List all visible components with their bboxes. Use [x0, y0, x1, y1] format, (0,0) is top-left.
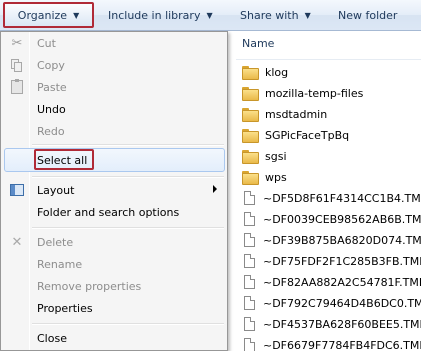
item-name: ~DF792C79464D4B6DC0.TMP [263, 296, 421, 310]
clipboard-icon [9, 79, 25, 95]
item-name: SGPicFaceTpBq [265, 128, 350, 142]
item-name: sgsi [265, 149, 287, 163]
file-icon [244, 191, 255, 205]
file-icon [244, 254, 255, 268]
menu-item-label: Folder and search options [37, 205, 180, 219]
list-item[interactable]: mozilla-temp-files [242, 82, 421, 104]
folder-icon [242, 171, 259, 185]
list-item[interactable]: SGPicFaceTpBq [242, 124, 421, 146]
item-name: wps [265, 170, 287, 184]
item-name: msdtadmin [265, 107, 328, 121]
menu-item-copy[interactable]: Copy [3, 54, 225, 76]
file-icon [244, 317, 255, 331]
share-with-button[interactable]: Share with ▼ [232, 2, 319, 28]
item-name: mozilla-temp-files [265, 86, 364, 100]
menu-item-label: Layout [37, 183, 75, 197]
menu-item-label: Copy [37, 58, 65, 72]
menu-item-select-all[interactable]: Select all [3, 149, 225, 171]
menu-item-label: Close [37, 331, 67, 345]
menu-separator [32, 323, 224, 325]
include-in-library-button[interactable]: Include in library ▼ [100, 2, 221, 28]
menu-item-delete[interactable]: Delete [3, 231, 225, 253]
menu-item-label: Remove properties [37, 279, 142, 293]
menu-item-rename[interactable]: Rename [3, 253, 225, 275]
menu-item-paste[interactable]: Paste [3, 76, 225, 98]
item-name: ~DF39B875BA6820D074.TMP [263, 233, 421, 247]
folder-icon [242, 129, 259, 143]
menu-item-close[interactable]: Close [3, 327, 225, 349]
file-icon [244, 212, 255, 226]
menu-item-label: Paste [37, 80, 67, 94]
chevron-down-icon: ▼ [73, 10, 80, 20]
item-name: ~DF75FDF2F1C285B3FB.TMP [263, 254, 421, 268]
include-in-library-label: Include in library [108, 8, 201, 22]
menu-item-label: Rename [37, 257, 83, 271]
menu-item-label: Delete [37, 235, 74, 249]
menu-item-folder-options[interactable]: Folder and search options [3, 201, 225, 223]
list-item[interactable]: wps [242, 166, 421, 188]
list-item[interactable]: ~DF0039CEB98562AB6B.TMP [242, 208, 421, 230]
organize-label: Organize [17, 8, 68, 22]
list-item[interactable]: msdtadmin [242, 103, 421, 125]
item-name: klog [265, 65, 289, 79]
organize-menu: Cut Copy Paste Undo Redo Select all Layo… [0, 31, 228, 351]
file-icon [244, 338, 255, 351]
list-item[interactable]: ~DF4537BA628F60BEE5.TMP [242, 313, 421, 335]
menu-item-undo[interactable]: Undo [3, 98, 225, 120]
copy-icon [9, 57, 25, 73]
menu-item-label: Select all [37, 153, 88, 167]
file-icon [244, 296, 255, 310]
menu-item-cut[interactable]: Cut [3, 32, 225, 54]
new-folder-button[interactable]: New folder [330, 2, 405, 28]
file-icon [244, 275, 255, 289]
menu-item-label: Redo [37, 124, 65, 138]
chevron-down-icon: ▼ [304, 10, 311, 20]
folder-icon [242, 87, 259, 101]
menu-item-label: Cut [37, 36, 56, 50]
chevron-down-icon: ▼ [206, 10, 213, 20]
list-item[interactable]: ~DF792C79464D4B6DC0.TMP [242, 292, 421, 314]
item-name: ~DF6679F7784FB4FDC6.TMP [263, 338, 421, 351]
item-name: ~DF0039CEB98562AB6B.TMP [263, 212, 421, 226]
folder-icon [242, 66, 259, 80]
folder-icon [242, 108, 259, 122]
menu-separator [32, 227, 224, 229]
menu-item-properties[interactable]: Properties [3, 297, 225, 319]
layout-icon [9, 182, 25, 198]
list-item[interactable]: ~DF6679F7784FB4FDC6.TMP [242, 334, 421, 351]
menu-item-remove-properties[interactable]: Remove properties [3, 275, 225, 297]
menu-item-redo[interactable]: Redo [3, 120, 225, 142]
list-item[interactable]: klog [242, 61, 421, 83]
menu-item-label: Undo [37, 102, 66, 116]
menu-item-label: Properties [37, 301, 93, 315]
command-bar: Organize ▼ Include in library ▼ Share wi… [0, 0, 421, 31]
item-name: ~DF82AA882A2C54781F.TMP [263, 275, 421, 289]
list-item[interactable]: sgsi [242, 145, 421, 167]
organize-button[interactable]: Organize ▼ [3, 2, 94, 28]
list-item[interactable]: ~DF82AA882A2C54781F.TMP [242, 271, 421, 293]
header-divider [236, 59, 421, 60]
item-name: ~DF4537BA628F60BEE5.TMP [263, 317, 421, 331]
menu-separator [32, 144, 224, 146]
share-with-label: Share with [240, 8, 299, 22]
file-icon [244, 233, 255, 247]
column-header-name[interactable]: Name [242, 37, 274, 50]
item-name: ~DF5D8F61F4314CC1B4.TMP [263, 191, 421, 205]
scissors-icon [9, 35, 25, 51]
new-folder-label: New folder [338, 8, 398, 22]
menu-separator [32, 176, 224, 178]
list-item[interactable]: ~DF75FDF2F1C285B3FB.TMP [242, 250, 421, 272]
delete-icon [9, 234, 25, 250]
menu-item-layout[interactable]: Layout [3, 179, 225, 201]
folder-icon [242, 150, 259, 164]
chevron-right-icon [213, 185, 217, 193]
list-item[interactable]: ~DF5D8F61F4314CC1B4.TMP [242, 187, 421, 209]
list-item[interactable]: ~DF39B875BA6820D074.TMP [242, 229, 421, 251]
